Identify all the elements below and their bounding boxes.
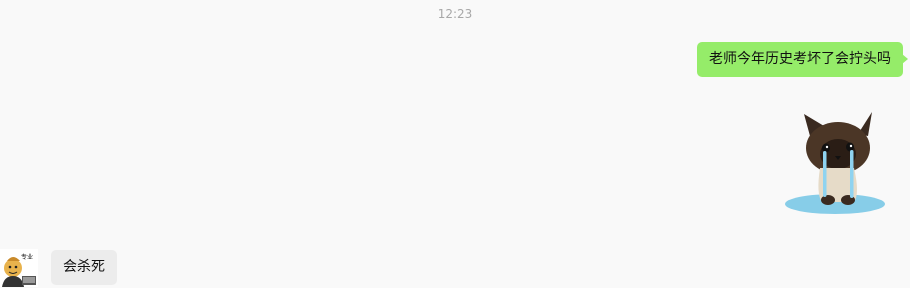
contact-avatar[interactable]: 专业 [0, 249, 38, 287]
crying-cat-sticker-icon[interactable] [780, 110, 890, 220]
incoming-message-bubble[interactable]: 会杀死 [51, 250, 117, 285]
avatar-caption: 专业 [21, 253, 33, 261]
outgoing-message-bubble[interactable]: 老师今年历史考坏了会拧头吗 [697, 42, 908, 77]
message-timestamp: 12:23 [437, 7, 473, 21]
